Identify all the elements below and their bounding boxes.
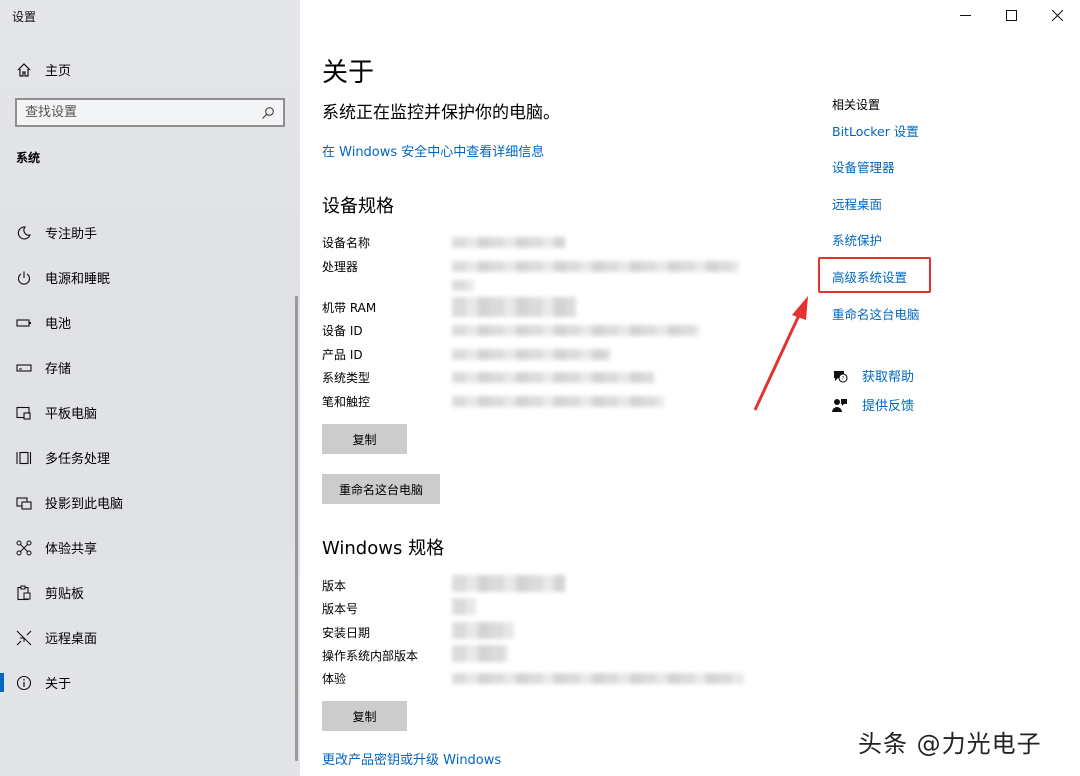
redacted-value bbox=[452, 297, 576, 317]
sidebar-home[interactable]: 主页 bbox=[16, 60, 71, 79]
power-icon bbox=[17, 271, 31, 285]
home-icon bbox=[17, 62, 31, 77]
redacted-value bbox=[452, 598, 476, 615]
sidebar-item-label: 体验共享 bbox=[45, 542, 98, 557]
sidebar-item-label: 关于 bbox=[45, 677, 72, 692]
device-spec-heading: 设备规格 bbox=[322, 196, 394, 217]
spec-label: 处理器 bbox=[322, 260, 359, 274]
windows-spec-heading: Windows 规格 bbox=[322, 538, 445, 559]
search-icon bbox=[262, 106, 274, 119]
redacted-value bbox=[452, 645, 508, 662]
sidebar-item-label: 多任务处理 bbox=[45, 452, 111, 467]
sidebar-item-storage[interactable]: 存储 bbox=[0, 345, 300, 390]
spec-label: 设备 ID bbox=[322, 324, 363, 338]
upgrade-windows-link[interactable]: 更改产品密钥或升级 Windows bbox=[322, 749, 501, 768]
sidebar-item-focus-assist[interactable]: 专注助手 bbox=[0, 210, 300, 255]
redacted-value bbox=[452, 237, 565, 248]
remote-desktop-link[interactable]: 远程桌面 bbox=[832, 194, 882, 213]
sidebar-item-about[interactable]: 关于 bbox=[0, 660, 300, 705]
sidebar-home-label: 主页 bbox=[45, 64, 72, 79]
spec-label: 版本 bbox=[322, 579, 347, 593]
sidebar-nav: 专注助手 电源和睡眠 电池 存储 平板电脑 多任务处理 投影到此电脑 体验共享 bbox=[0, 210, 300, 705]
clipboard-icon bbox=[17, 585, 31, 600]
spec-label: 安装日期 bbox=[322, 626, 371, 640]
get-help-item[interactable]: ? 获取帮助 bbox=[832, 366, 914, 385]
related-settings-title: 相关设置 bbox=[832, 98, 881, 112]
redacted-value bbox=[452, 325, 699, 336]
spec-label: 系统类型 bbox=[322, 371, 371, 385]
window-title: 设置 bbox=[12, 10, 37, 24]
redacted-value bbox=[452, 396, 664, 407]
device-manager-link[interactable]: 设备管理器 bbox=[832, 157, 895, 176]
main-content: 关于 系统正在监控并保护你的电脑。 在 Windows 安全中心中查看详细信息 … bbox=[322, 0, 802, 776]
sidebar-item-shared-experiences[interactable]: 体验共享 bbox=[0, 525, 300, 570]
protection-status: 系统正在监控并保护你的电脑。 bbox=[322, 103, 560, 123]
sidebar-scrollbar[interactable] bbox=[295, 296, 298, 761]
sidebar-item-clipboard[interactable]: 剪贴板 bbox=[0, 570, 300, 615]
security-center-link[interactable]: 在 Windows 安全中心中查看详细信息 bbox=[322, 141, 544, 160]
moon-icon bbox=[17, 225, 31, 240]
rename-pc-link[interactable]: 重命名这台电脑 bbox=[832, 304, 920, 323]
feedback-icon bbox=[832, 398, 847, 412]
spec-label: 操作系统内部版本 bbox=[322, 649, 419, 663]
battery-icon bbox=[16, 318, 31, 327]
redacted-value bbox=[452, 280, 474, 291]
sidebar: 设置 主页 系统 专注助手 电源和睡眠 电池 存储 平板电脑 bbox=[0, 0, 300, 776]
sidebar-item-power[interactable]: 电源和睡眠 bbox=[0, 255, 300, 300]
sidebar-section-label: 系统 bbox=[16, 151, 41, 165]
sidebar-item-label: 专注助手 bbox=[45, 227, 98, 242]
spec-label: 体验 bbox=[322, 672, 347, 686]
redacted-value bbox=[452, 372, 654, 383]
sidebar-item-tablet[interactable]: 平板电脑 bbox=[0, 390, 300, 435]
sidebar-item-battery[interactable]: 电池 bbox=[0, 300, 300, 345]
sidebar-item-label: 电池 bbox=[45, 317, 72, 332]
sidebar-item-label: 投影到此电脑 bbox=[45, 497, 124, 512]
sidebar-item-label: 剪贴板 bbox=[45, 587, 85, 602]
sidebar-item-project[interactable]: 投影到此电脑 bbox=[0, 480, 300, 525]
sidebar-item-remote-desktop[interactable]: 远程桌面 bbox=[0, 615, 300, 660]
annotation-highlight-box bbox=[818, 257, 931, 293]
redacted-value bbox=[452, 673, 744, 684]
copy-device-specs-button[interactable]: 复制 bbox=[322, 424, 407, 454]
multitask-icon bbox=[16, 451, 32, 464]
copy-windows-specs-button[interactable]: 复制 bbox=[322, 701, 407, 731]
spec-label: 笔和触控 bbox=[322, 395, 371, 409]
share-icon bbox=[16, 540, 32, 555]
bitlocker-settings-link[interactable]: BitLocker 设置 bbox=[832, 121, 919, 140]
spec-label: 设备名称 bbox=[322, 236, 371, 250]
sidebar-item-label: 远程桌面 bbox=[45, 632, 98, 647]
redacted-value bbox=[452, 622, 514, 639]
rename-pc-button[interactable]: 重命名这台电脑 bbox=[322, 474, 440, 504]
redacted-value bbox=[452, 575, 565, 592]
search-box[interactable] bbox=[15, 98, 285, 127]
search-input[interactable] bbox=[25, 105, 261, 120]
sidebar-item-label: 电源和睡眠 bbox=[45, 272, 111, 287]
feedback-item[interactable]: 提供反馈 bbox=[832, 395, 914, 414]
storage-icon bbox=[16, 363, 32, 372]
related-settings: 相关设置 BitLocker 设置 设备管理器 远程桌面 系统保护 高级系统设置… bbox=[832, 0, 1072, 776]
spec-label: 机带 RAM bbox=[322, 301, 377, 315]
page-title: 关于 bbox=[322, 58, 375, 88]
project-icon bbox=[16, 496, 32, 510]
info-icon bbox=[16, 675, 32, 690]
system-protection-link[interactable]: 系统保护 bbox=[832, 230, 882, 249]
tablet-icon bbox=[16, 406, 31, 420]
watermark-text: 头条 @力光电子 bbox=[858, 730, 1042, 758]
spec-label: 版本号 bbox=[322, 602, 359, 616]
help-chat-icon: ? bbox=[834, 370, 848, 383]
sidebar-item-label: 平板电脑 bbox=[45, 407, 98, 422]
sidebar-item-label: 存储 bbox=[45, 362, 72, 377]
remote-icon bbox=[16, 630, 32, 645]
redacted-value bbox=[452, 261, 739, 272]
redacted-value bbox=[452, 349, 610, 360]
feedback-label: 提供反馈 bbox=[862, 399, 915, 414]
sidebar-item-multitasking[interactable]: 多任务处理 bbox=[0, 435, 300, 480]
spec-label: 产品 ID bbox=[322, 348, 363, 362]
svg-text:?: ? bbox=[842, 376, 845, 382]
get-help-label: 获取帮助 bbox=[862, 370, 915, 385]
